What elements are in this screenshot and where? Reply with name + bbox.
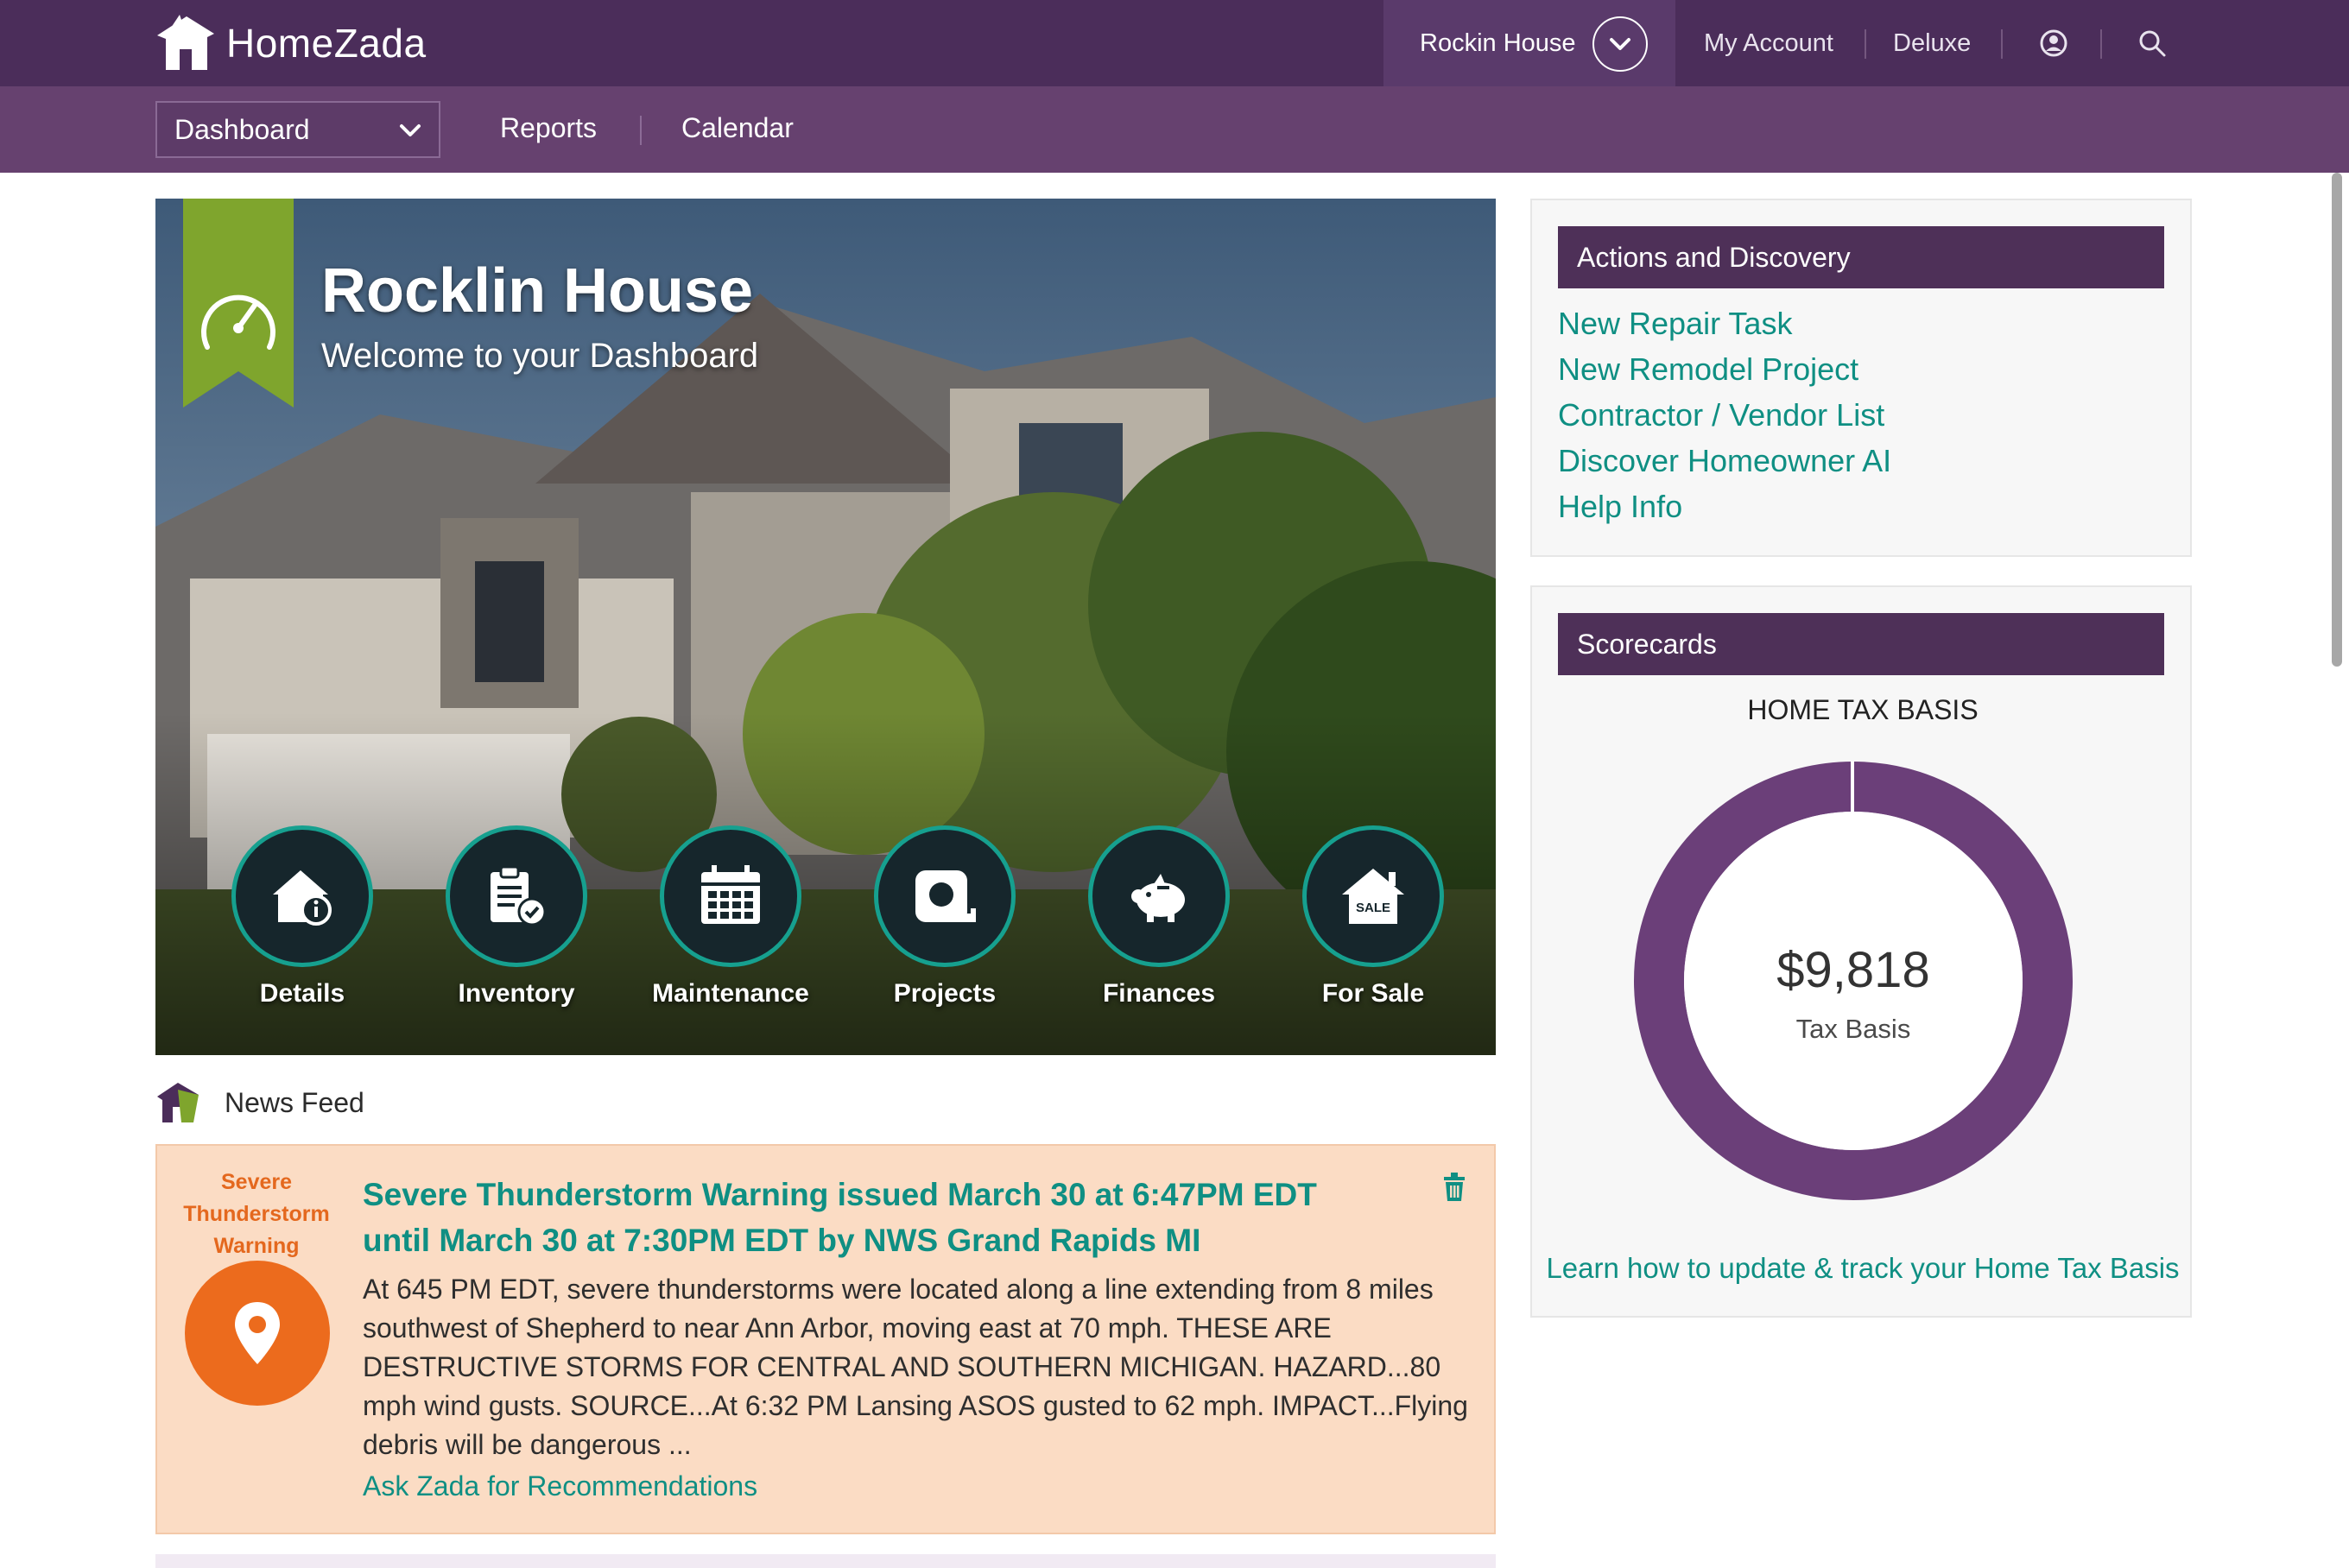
new-remodel-project-link[interactable]: New Remodel Project [1558,351,1858,388]
nav-divider [2001,29,2003,59]
search-icon[interactable] [2135,26,2169,60]
tile-label: For Sale [1321,979,1425,1008]
sub-navigation: Dashboard Reports Calendar [0,86,2349,173]
tape-measure-icon [874,825,1016,967]
calendar-icon [660,825,801,967]
tile-label: Inventory [458,979,575,1008]
house-selector[interactable]: Rockin House [1383,0,1675,86]
plan-link[interactable]: Deluxe [1893,0,1971,86]
news-body: At 645 PM EDT, severe thunderstorms were… [363,1274,1468,1460]
news-feed-title: News Feed [225,1086,364,1118]
help-info-link[interactable]: Help Info [1558,489,1682,525]
tile-label: Projects [893,979,997,1008]
homezada-logo-icon [157,15,214,70]
dashboard-ribbon [183,199,294,408]
page-subtitle: Welcome to your Dashboard [321,337,759,375]
dashboard-hero: Rocklin House Welcome to your Dashboard … [155,199,1496,1055]
user-icon[interactable] [2036,26,2071,60]
nav-divider [640,116,642,145]
scorecards-panel-heading: Scorecards [1558,613,2164,675]
actions-panel-heading: Actions and Discovery [1558,226,2164,288]
new-repair-task-link[interactable]: New Repair Task [1558,306,1792,342]
contractor-vendor-list-link[interactable]: Contractor / Vendor List [1558,397,1884,433]
news-feed-heading: News Feed [155,1079,364,1126]
house-info-icon [231,825,373,967]
tax-basis-label: Tax Basis [1795,1014,1911,1044]
tile-label: Finances [1102,979,1216,1008]
calendar-link[interactable]: Calendar [681,112,794,144]
reports-link[interactable]: Reports [500,112,597,144]
piggy-bank-icon [1088,825,1230,967]
news-title-link[interactable]: Severe Thunderstorm Warning issued March… [363,1172,1382,1263]
tile-label: Details [259,979,345,1008]
finances-tile[interactable]: Finances [1073,825,1245,1008]
clipboard-check-icon [446,825,587,967]
house-selector-label: Rockin House [1420,28,1576,57]
scorecard-title: HOME TAX BASIS [1747,694,1979,725]
homezada-mini-logo-icon [157,1083,199,1122]
learn-tax-basis-link[interactable]: Learn how to update & track your Home Ta… [1532,1252,2194,1285]
nav-divider [1865,29,1866,59]
for-sale-tile[interactable]: SALE For Sale [1287,825,1459,1008]
page-scrollbar[interactable] [2332,173,2342,667]
dashboard-select-label: Dashboard [174,113,310,145]
details-tile[interactable]: Details [216,825,389,1008]
homezada-logo[interactable]: HomeZada [154,12,427,74]
ask-zada-link[interactable]: Ask Zada for Recommendations [363,1470,757,1502]
news-item-next [155,1554,1496,1568]
tile-label: Maintenance [652,979,809,1008]
scorecards-panel: Scorecards HOME TAX BASIS $9,818 Tax Bas… [1530,585,2192,1318]
brand-name: HomeZada [226,21,427,66]
nav-divider [2100,29,2102,59]
tax-basis-value: $9,818 [1776,942,1930,998]
actions-panel: Actions and Discovery New Repair Task Ne… [1530,199,2192,557]
chevron-down-icon [400,124,421,136]
top-bar: HomeZada Rockin House My Account Deluxe [0,0,2349,86]
page-title: Rocklin House [321,256,754,326]
chevron-down-icon[interactable] [1592,16,1648,72]
news-item: Severe Thunderstorm Warning Severe Thund… [155,1144,1496,1534]
dashboard-select[interactable]: Dashboard [155,101,440,158]
house-sale-icon: SALE [1302,825,1444,967]
my-account-link[interactable]: My Account [1704,0,1833,86]
location-pin-icon [185,1261,330,1406]
trash-icon[interactable] [1440,1172,1468,1203]
maintenance-tile[interactable]: Maintenance [644,825,817,1008]
discover-homeowner-ai-link[interactable]: Discover Homeowner AI [1558,443,1891,479]
inventory-tile[interactable]: Inventory [430,825,603,1008]
news-type-label: Severe Thunderstorm Warning [183,1170,330,1258]
sale-badge: SALE [1356,901,1390,915]
projects-tile[interactable]: Projects [858,825,1031,1008]
